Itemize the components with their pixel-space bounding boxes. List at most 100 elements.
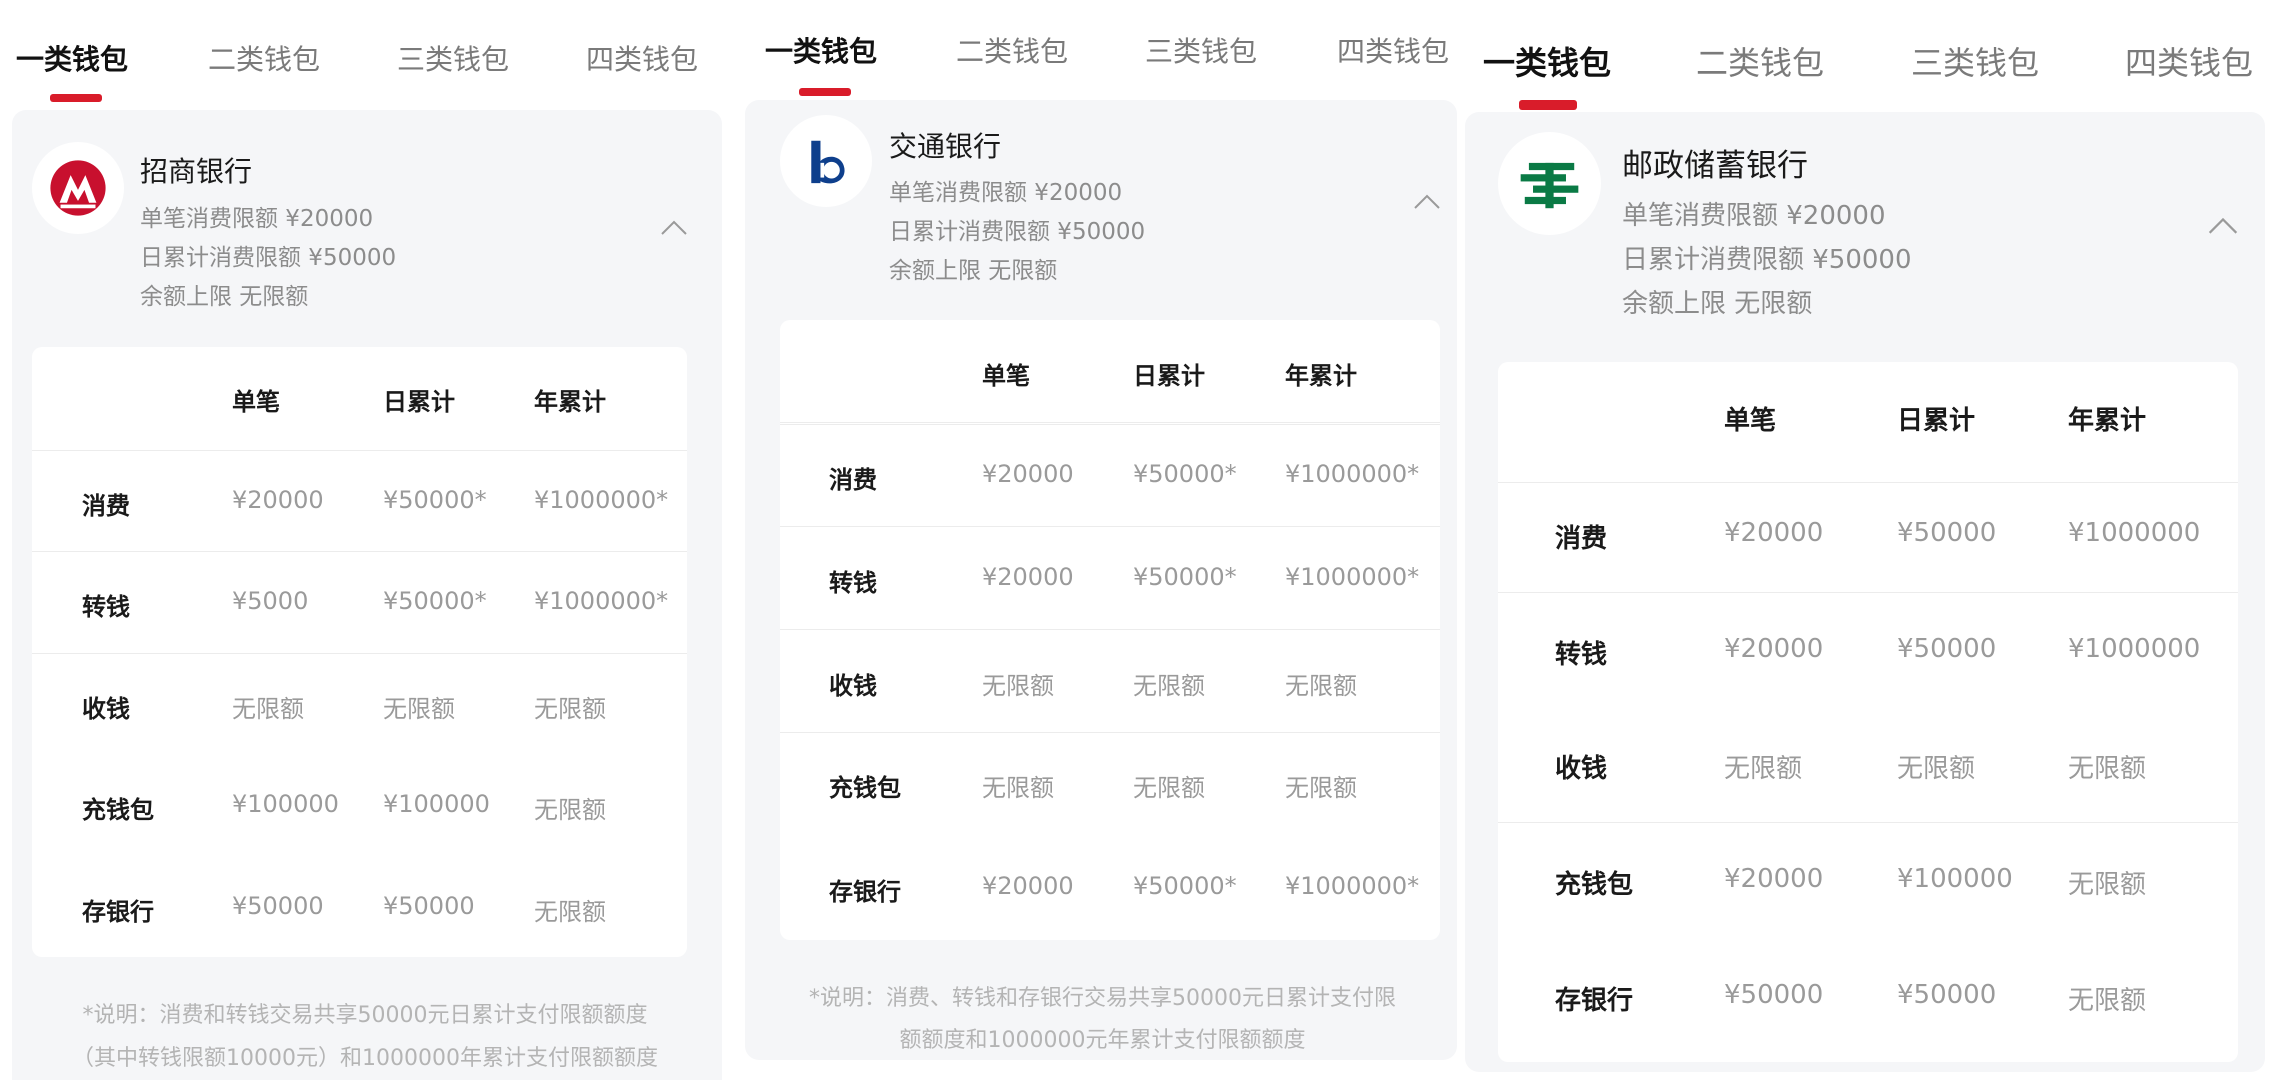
tab-wallet-4[interactable]: 四类钱包 bbox=[586, 38, 698, 78]
table-row-label: 转钱 bbox=[1555, 640, 1608, 670]
table-cell: ¥20000 bbox=[982, 460, 1074, 488]
table-cell: ¥100000 bbox=[232, 790, 339, 818]
table-cell: ¥50000 bbox=[1897, 980, 1997, 1010]
table-cell: 无限额 bbox=[982, 774, 1054, 802]
table-cell: 无限额 bbox=[534, 898, 606, 926]
table-cell: ¥20000 bbox=[982, 563, 1074, 591]
table-cell: 无限额 bbox=[1897, 754, 1976, 784]
table-cell: ¥50000 bbox=[232, 892, 324, 920]
table-row-label: 消费 bbox=[1555, 524, 1608, 554]
row-divider bbox=[780, 526, 1440, 527]
table-cell: ¥20000 bbox=[1724, 634, 1824, 664]
table-cell: ¥1000000* bbox=[1285, 872, 1420, 900]
table-cell: 无限额 bbox=[982, 672, 1054, 700]
tab-wallet-4[interactable]: 四类钱包 bbox=[2125, 38, 2253, 84]
table-cell: ¥100000 bbox=[1897, 864, 2013, 894]
limits-table bbox=[1498, 362, 2238, 1062]
column-header: 日累计 bbox=[1133, 362, 1205, 390]
table-cell: ¥20000 bbox=[1724, 518, 1824, 548]
bank-name: 邮政储蓄银行 bbox=[1622, 148, 1808, 184]
table-row-label: 消费 bbox=[829, 466, 877, 494]
table-row-label: 转钱 bbox=[82, 593, 130, 621]
comparison-screenshot: 一类钱包 二类钱包 三类钱包 四类钱包 招商银行 单笔消费限额 ¥20000 日累计消费限… bbox=[0, 0, 2275, 1080]
table-cell: ¥100000 bbox=[383, 790, 490, 818]
limit-info-line: 单笔消费限额 ¥20000 bbox=[140, 206, 374, 232]
tab-wallet-2[interactable]: 二类钱包 bbox=[208, 38, 320, 78]
row-divider bbox=[32, 551, 687, 552]
tab-wallet-1[interactable]: 一类钱包 bbox=[1483, 38, 1611, 84]
bank-panel-3: 一类钱包 二类钱包 三类钱包 四类钱包 邮政储蓄银行单笔消费限额 ¥20000 日累计消… bbox=[1465, 0, 2275, 1080]
column-header: 年累计 bbox=[1285, 362, 1357, 390]
table-row-label: 消费 bbox=[82, 492, 130, 520]
cmb-bank-logo-icon bbox=[32, 142, 124, 234]
chevron-up-icon[interactable] bbox=[660, 218, 688, 236]
table-cell: 无限额 bbox=[534, 796, 606, 824]
table-cell: ¥50000 bbox=[1897, 634, 1997, 664]
table-cell: ¥50000 bbox=[1724, 980, 1824, 1010]
table-cell: 无限额 bbox=[383, 695, 455, 723]
column-header: 单笔 bbox=[1724, 406, 1777, 436]
bank-name: 交通银行 bbox=[889, 130, 1002, 163]
row-divider bbox=[1498, 822, 2238, 823]
table-cell: 无限额 bbox=[1133, 774, 1205, 802]
tab-wallet-1[interactable]: 一类钱包 bbox=[765, 30, 877, 70]
table-cell: ¥20000 bbox=[982, 872, 1074, 900]
footnote: 额额度和1000000元年累计支付限额额度 bbox=[899, 1028, 1306, 1053]
limits-table bbox=[780, 320, 1440, 940]
tab-wallet-2[interactable]: 二类钱包 bbox=[956, 30, 1068, 70]
tab-wallet-3[interactable]: 三类钱包 bbox=[1911, 38, 2039, 84]
table-row-label: 存银行 bbox=[82, 898, 154, 926]
table-cell: ¥20000 bbox=[1724, 864, 1824, 894]
table-row-label: 充钱包 bbox=[82, 796, 154, 824]
row-divider bbox=[780, 732, 1440, 733]
tab-wallet-2[interactable]: 二类钱包 bbox=[1696, 38, 1824, 84]
bocom-bank-logo-icon bbox=[780, 115, 872, 207]
bank-panel-2: 一类钱包 二类钱包 三类钱包 四类钱包 交通银行 单笔消费限额 ¥20000 日累计消费限… bbox=[745, 0, 1460, 1080]
tab-wallet-1[interactable]: 一类钱包 bbox=[16, 38, 128, 78]
row-divider bbox=[780, 629, 1440, 630]
table-cell: 无限额 bbox=[1285, 672, 1357, 700]
footnote: *说明：消费、转钱和存银行交易共享50000元日累计支付限 bbox=[809, 986, 1396, 1011]
limits-table bbox=[32, 347, 687, 957]
table-cell: ¥20000 bbox=[232, 486, 324, 514]
tab-wallet-3[interactable]: 三类钱包 bbox=[1145, 30, 1257, 70]
table-cell: ¥50000* bbox=[1133, 563, 1237, 591]
footnote: （其中转钱限额10000元）和1000000年累计支付限额额度 bbox=[72, 1046, 658, 1071]
active-tab-indicator bbox=[50, 94, 102, 102]
table-cell: 无限额 bbox=[534, 695, 606, 723]
chevron-up-icon[interactable] bbox=[1413, 192, 1441, 210]
table-cell: ¥1000000* bbox=[534, 486, 669, 514]
table-cell: 无限额 bbox=[1285, 774, 1357, 802]
limit-info-line: 余额上限 无限额 bbox=[889, 258, 1058, 284]
psbc-bank-logo-icon bbox=[1498, 132, 1601, 235]
table-cell: 无限额 bbox=[2068, 986, 2147, 1016]
footnote: *说明：消费和转钱交易共享50000元日累计支付限额额度 bbox=[82, 1003, 648, 1028]
column-header: 单笔 bbox=[232, 388, 280, 416]
table-row-label: 存银行 bbox=[829, 878, 901, 906]
active-tab-indicator bbox=[799, 88, 851, 96]
row-divider bbox=[1498, 482, 2238, 483]
tab-wallet-3[interactable]: 三类钱包 bbox=[397, 38, 509, 78]
table-row-label: 收钱 bbox=[1555, 754, 1608, 784]
table-row-label: 转钱 bbox=[829, 569, 877, 597]
table-cell: ¥50000 bbox=[383, 892, 475, 920]
table-row-label: 充钱包 bbox=[829, 774, 901, 802]
row-divider bbox=[32, 653, 687, 654]
table-cell: 无限额 bbox=[1724, 754, 1803, 784]
table-row-label: 收钱 bbox=[82, 695, 130, 723]
table-cell: 无限额 bbox=[232, 695, 304, 723]
limit-info-line: 日累计消费限额 ¥50000 bbox=[1622, 245, 1912, 275]
table-row-label: 充钱包 bbox=[1555, 870, 1634, 900]
column-header: 日累计 bbox=[383, 388, 455, 416]
limit-info-line: 单笔消费限额 ¥20000 bbox=[1622, 201, 1886, 231]
limit-info-line: 余额上限 无限额 bbox=[140, 284, 309, 310]
table-cell: ¥1000000 bbox=[2068, 634, 2201, 664]
table-cell: ¥50000* bbox=[1133, 872, 1237, 900]
chevron-up-icon[interactable] bbox=[2207, 215, 2239, 235]
table-row-label: 存银行 bbox=[1555, 986, 1634, 1016]
tab-wallet-4[interactable]: 四类钱包 bbox=[1337, 30, 1449, 70]
table-cell: ¥50000 bbox=[1897, 518, 1997, 548]
table-cell: ¥50000* bbox=[383, 486, 487, 514]
table-cell: ¥50000* bbox=[383, 587, 487, 615]
row-divider bbox=[780, 424, 1440, 425]
